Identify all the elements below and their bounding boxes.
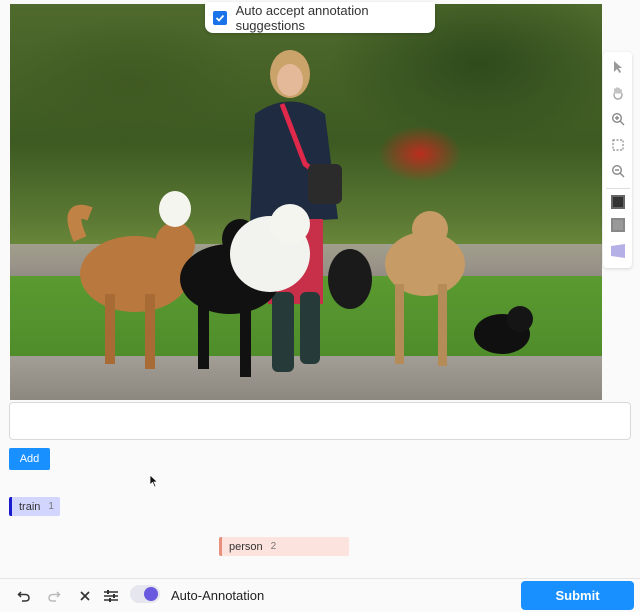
cursor-arrow-icon <box>613 61 622 73</box>
label-list: train 1 person 2 <box>9 497 349 556</box>
label-train-hotkey: 1 <box>48 501 54 512</box>
zoom-out-icon <box>611 164 624 178</box>
zoom-out-tool[interactable] <box>606 160 630 182</box>
add-button[interactable]: Add <box>9 448 50 470</box>
auto-accept-bar: Auto accept annotation suggestions <box>205 2 435 33</box>
submit-button[interactable]: Submit <box>521 581 634 610</box>
dogs-group <box>67 191 533 377</box>
fit-frame-icon <box>611 139 624 151</box>
settings-button[interactable] <box>103 588 119 604</box>
toggle-knob <box>144 587 158 601</box>
reset-button[interactable] <box>77 588 93 604</box>
auto-annotation-toggle[interactable] <box>130 585 160 603</box>
image-canvas[interactable] <box>10 4 602 400</box>
zoom-fit-tool[interactable] <box>606 134 630 156</box>
bottom-toolbar: Auto-Annotation Submit <box>0 578 640 612</box>
polygon-icon <box>610 244 625 258</box>
pointer-tool[interactable] <box>606 56 630 78</box>
contrast-icon <box>610 218 625 232</box>
check-icon <box>215 14 224 22</box>
auto-accept-checkbox[interactable] <box>213 10 227 25</box>
label-train[interactable]: train 1 <box>9 497 60 516</box>
auto-accept-label: Auto accept annotation suggestions <box>235 2 369 33</box>
redo-icon <box>48 591 61 602</box>
zoom-in-tool[interactable] <box>606 108 630 130</box>
label-person-name: person <box>229 540 263 553</box>
close-icon <box>80 591 90 601</box>
description-textarea[interactable] <box>9 402 631 440</box>
annotation-photo <box>10 4 602 400</box>
label-person[interactable]: person 2 <box>219 537 349 556</box>
undo-icon <box>17 591 30 602</box>
label-person-hotkey: 2 <box>270 541 277 552</box>
contrast-tool[interactable] <box>606 214 630 236</box>
zoom-in-icon <box>611 112 624 126</box>
polygon-tool[interactable] <box>606 240 630 262</box>
auto-annotation-label: Auto-Annotation <box>171 588 265 603</box>
brightness-icon <box>610 194 625 209</box>
tool-strip <box>603 52 632 268</box>
brightness-tool[interactable] <box>605 188 630 210</box>
label-train-name: train <box>19 500 41 513</box>
pan-tool[interactable] <box>606 82 630 104</box>
undo-button[interactable] <box>16 588 32 604</box>
hand-icon <box>612 87 623 100</box>
sliders-icon <box>104 590 118 602</box>
redo-button[interactable] <box>46 588 62 604</box>
mouse-cursor-icon <box>149 474 159 488</box>
